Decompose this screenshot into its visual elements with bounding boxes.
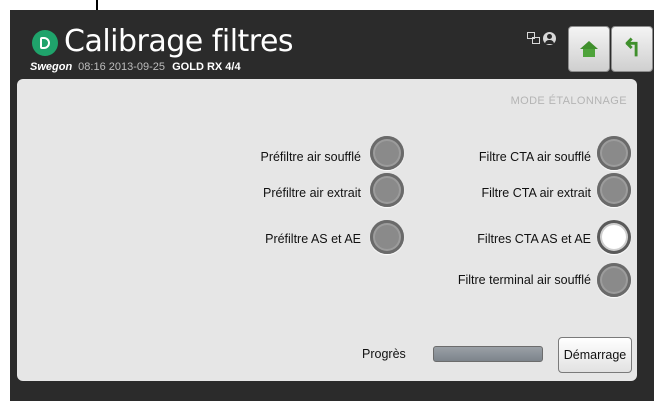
filter-label: Filtre CTA air soufflé bbox=[478, 150, 591, 164]
status-icons bbox=[527, 32, 556, 45]
clock-date: 2013-09-25 bbox=[108, 61, 166, 73]
network-icon bbox=[527, 32, 540, 44]
user-icon[interactable] bbox=[543, 32, 556, 45]
back-arrow-icon: ↰ bbox=[621, 35, 643, 62]
page-title: Calibrage filtres bbox=[64, 24, 294, 59]
filter-led-ahu-extract[interactable] bbox=[597, 173, 631, 207]
filter-led-prefilter-both[interactable] bbox=[370, 220, 404, 254]
filter-label: Préfiltre AS et AE bbox=[265, 232, 361, 246]
mode-label: MODE ÉTALONNAGE bbox=[510, 95, 627, 107]
back-button[interactable]: ↰ bbox=[611, 26, 653, 72]
filter-label: Filtres CTA AS et AE bbox=[477, 232, 591, 246]
filter-label: Filtre CTA air extrait bbox=[481, 186, 591, 200]
filter-label: Préfiltre air extrait bbox=[263, 186, 361, 200]
clock-time: 08:16 bbox=[78, 61, 106, 73]
home-button[interactable] bbox=[568, 26, 610, 72]
filter-led-terminal-supply[interactable] bbox=[597, 263, 631, 297]
progress-label: Progrès bbox=[362, 347, 406, 361]
app-logo-icon bbox=[32, 30, 58, 56]
start-button[interactable]: Démarrage bbox=[558, 337, 632, 373]
filter-led-ahu-supply[interactable] bbox=[597, 136, 631, 170]
calibration-panel: MODE ÉTALONNAGE Préfiltre air soufflé Pr… bbox=[17, 79, 637, 381]
filter-led-ahu-both[interactable] bbox=[597, 220, 631, 254]
home-icon bbox=[580, 41, 598, 57]
filter-led-prefilter-supply[interactable] bbox=[370, 136, 404, 170]
filter-led-prefilter-extract[interactable] bbox=[370, 173, 404, 207]
unit-model: GOLD RX 4/4 bbox=[172, 61, 241, 73]
filter-label: Préfiltre air soufflé bbox=[260, 150, 361, 164]
progress-bar bbox=[433, 346, 543, 362]
filter-label: Filtre terminal air soufflé bbox=[457, 273, 591, 287]
brand-logo: Swegon bbox=[30, 61, 73, 73]
status-line: Swegon 08:16 2013-09-25 GOLD RX 4/4 bbox=[30, 60, 241, 74]
